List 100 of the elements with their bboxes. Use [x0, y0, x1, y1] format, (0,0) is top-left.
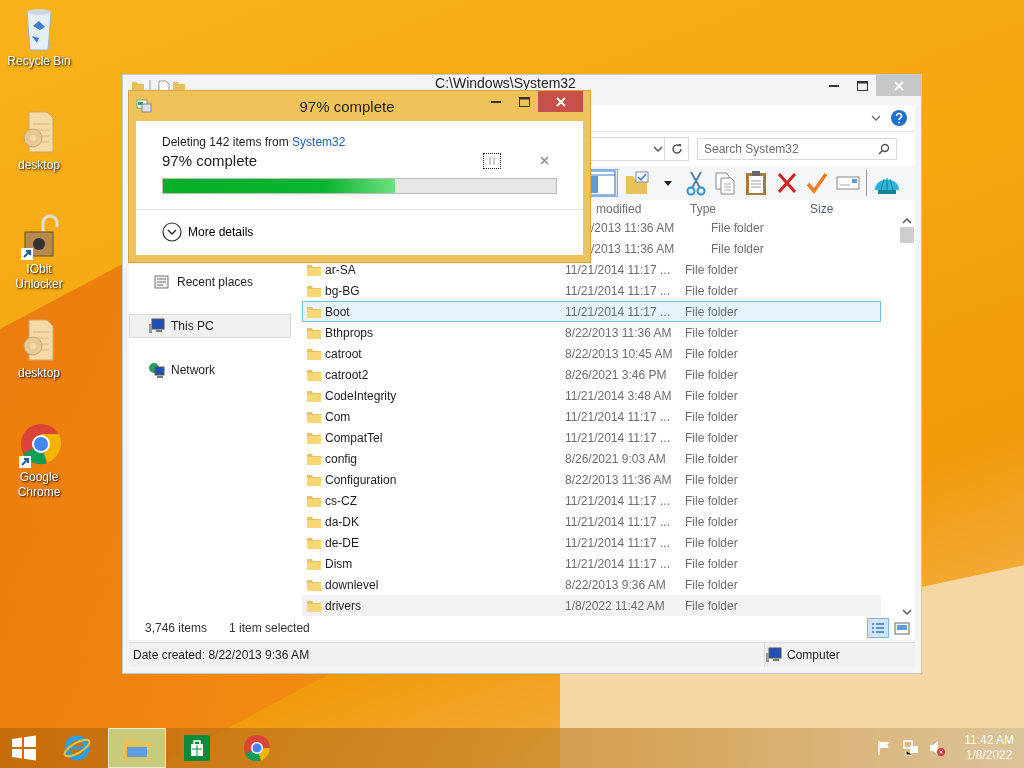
file-name: Bthprops [325, 325, 374, 340]
scissors-icon [686, 170, 706, 196]
file-row[interactable]: de-DE 11/21/2014 11:17 ... File folder [302, 532, 881, 553]
taskbar-app[interactable] [108, 728, 166, 768]
details-view-icon [870, 620, 886, 636]
column-header[interactable]: Size [804, 201, 884, 216]
file-type: File folder [685, 430, 738, 445]
status-location: Computer [787, 648, 840, 662]
file-type: File folder [685, 493, 738, 508]
search-field[interactable]: Search System32 [697, 138, 897, 160]
close-button[interactable] [538, 91, 583, 112]
network-icon [148, 362, 165, 378]
delete-icon [776, 170, 798, 196]
file-row[interactable]: bg-BG 11/21/2014 11:17 ... File folder [302, 280, 881, 301]
file-type: File folder [685, 346, 738, 361]
folder-icon [306, 556, 322, 571]
windows-logo-icon [11, 735, 37, 761]
date-modified: 11/21/2014 11:17 ... [565, 304, 670, 319]
nav-item[interactable]: Recent places [129, 270, 291, 294]
status-text: Date created: 8/22/2013 9:36 AM [133, 648, 310, 662]
date-modified: /2013 11:36 AM [591, 241, 675, 256]
file-row[interactable]: catroot2 8/26/2021 3:46 PM File folder [302, 364, 881, 385]
date-modified: /2013 11:36 AM [591, 220, 675, 235]
checkmark-icon [806, 170, 828, 196]
file-name: Dism [325, 556, 353, 571]
window-title: C:\Windows\System32 [434, 75, 577, 91]
date-modified: 11/21/2014 11:17 ... [565, 430, 670, 445]
folder-icon [306, 451, 322, 466]
help-icon[interactable] [891, 110, 907, 126]
file-row[interactable]: config 8/26/2021 9:03 AM File folder [302, 448, 881, 469]
chevron-circle-icon [162, 222, 182, 242]
minimize-icon [491, 100, 501, 103]
file-name: da-DK [325, 514, 359, 529]
date-modified: 11/21/2014 11:17 ... [565, 556, 670, 571]
file-row[interactable]: CodeIntegrity 11/21/2014 3:48 AM File folder [302, 385, 881, 406]
file-row[interactable]: da-DK 11/21/2014 11:17 ... File folder [302, 511, 881, 532]
progress-message: Deleting 142 items from System32 [162, 135, 347, 149]
file-name: Com [325, 409, 351, 424]
file-row[interactable]: Com 11/21/2014 11:17 ... File folder [302, 406, 881, 427]
folder-icon [306, 409, 322, 424]
network-icon[interactable] [902, 739, 921, 757]
file-type: File folder [685, 262, 738, 277]
date-modified: 8/26/2021 3:46 PM [565, 367, 667, 382]
file-name: drivers [325, 598, 361, 613]
file-type: File folder [685, 451, 738, 466]
file-row[interactable]: drivers 1/8/2022 11:42 AM File folder [302, 595, 881, 616]
file-name: config [325, 451, 358, 466]
file-row[interactable]: downlevel 8/22/2013 9:36 AM File folder [302, 574, 881, 595]
folder-icon [306, 514, 322, 529]
chevron-down-icon[interactable] [871, 115, 881, 121]
file-row[interactable]: Dism 11/21/2014 11:17 ... File folder [302, 553, 881, 574]
large-icons-view-icon [894, 620, 910, 636]
maximize-icon [518, 96, 530, 107]
nav-item[interactable]: Network [129, 358, 291, 382]
file-type: File folder [685, 577, 738, 592]
file-name: catroot [325, 346, 362, 361]
copy-icon [714, 170, 736, 196]
column-header[interactable]: Type [684, 201, 804, 216]
file-type: File folder [685, 367, 738, 382]
file-row[interactable]: ar-SA 11/21/2014 11:17 ... File folder [302, 259, 881, 280]
file-name: Configuration [325, 472, 397, 487]
date-modified: 11/21/2014 11:17 ... [565, 262, 670, 277]
dialog-title: 97% complete [298, 97, 396, 115]
muted-speaker-icon[interactable] [928, 739, 947, 757]
file-name: catroot2 [325, 367, 369, 382]
folder-icon [306, 283, 322, 298]
selection-count: 1 item selected [229, 621, 310, 635]
file-row[interactable]: Bthprops 8/22/2013 11:36 AM File folder [302, 322, 881, 343]
source-link[interactable]: System32 [292, 135, 346, 149]
store-icon [182, 733, 212, 763]
date-modified: 1/8/2022 11:42 AM [565, 598, 665, 613]
date-modified: 8/22/2013 9:36 AM [565, 577, 666, 592]
file-row[interactable]: cs-CZ 11/21/2014 11:17 ... File folder [302, 490, 881, 511]
file-type: File folder [685, 472, 738, 487]
file-row[interactable]: Boot 11/21/2014 11:17 ... File folder [302, 301, 881, 322]
file-type: File folder [685, 325, 738, 340]
scroll-thumb[interactable] [900, 227, 914, 243]
minimize-icon [829, 84, 839, 87]
nav-item[interactable]: This PC [129, 314, 291, 338]
file-row[interactable]: Configuration 8/22/2013 11:36 AM File folder [302, 469, 881, 490]
search-icon [878, 143, 890, 155]
file-type: File folder [685, 556, 738, 571]
date-modified: 11/21/2014 11:17 ... [565, 493, 670, 508]
dropdown-chevron-icon[interactable] [652, 145, 664, 153]
pause-icon [489, 156, 495, 165]
folder-check-icon [624, 170, 650, 196]
folder-icon [306, 304, 322, 319]
file-name: cs-CZ [325, 493, 357, 508]
more-details-button[interactable]: More details [136, 210, 583, 254]
recent-places-icon [154, 274, 171, 290]
date-modified: 8/22/2013 11:36 AM [565, 325, 672, 340]
date-modified: 11/21/2014 11:17 ... [565, 283, 670, 298]
file-row[interactable]: CompatTel 11/21/2014 11:17 ... File folder [302, 427, 881, 448]
view-button[interactable] [867, 618, 889, 638]
file-name: CodeIntegrity [325, 388, 397, 403]
pause-button[interactable] [483, 152, 501, 169]
maximize-icon [856, 80, 868, 91]
file-row[interactable]: catroot 8/22/2013 10:45 AM File folder [302, 343, 881, 364]
file-name: Boot [325, 304, 350, 319]
close-icon [555, 96, 566, 107]
